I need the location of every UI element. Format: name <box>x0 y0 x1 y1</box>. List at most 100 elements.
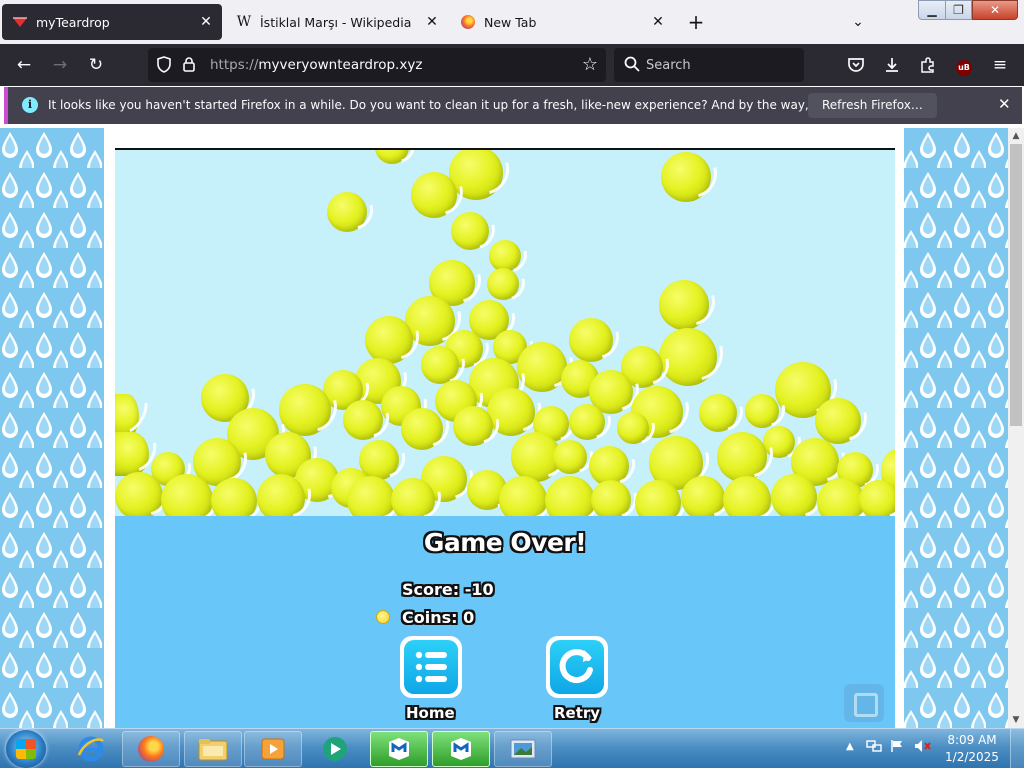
tab-label: New Tab <box>484 14 537 30</box>
system-tray: ▲ 8:09 AM 1/2/2025 <box>840 729 1024 768</box>
tab-label: myTeardrop <box>36 14 110 30</box>
lock-icon[interactable] <box>182 56 196 76</box>
start-button[interactable] <box>6 730 46 768</box>
pocket-icon[interactable] <box>842 51 870 79</box>
tennis-ball <box>661 152 711 202</box>
tab-new-tab[interactable]: New Tab ✕ <box>450 4 674 40</box>
clock-date[interactable]: 1/2/2025 <box>940 750 1004 764</box>
refresh-firefox-button[interactable]: Refresh Firefox… <box>808 93 937 118</box>
search-placeholder: Search <box>646 58 691 73</box>
close-window-button[interactable]: ✕ <box>972 0 1018 20</box>
tennis-ball <box>617 412 649 444</box>
coins-text: Coins: 0 <box>402 608 475 627</box>
tennis-ball <box>451 212 489 250</box>
tennis-ball <box>257 474 305 516</box>
tennis-ball <box>401 408 443 450</box>
tab-myteardrop[interactable]: myTeardrop ✕ <box>2 4 222 40</box>
tennis-ball <box>487 268 519 300</box>
clock-time[interactable]: 8:09 AM <box>944 733 1000 747</box>
tennis-ball <box>635 480 681 516</box>
close-tab-icon[interactable]: ✕ <box>650 14 666 30</box>
tennis-ball <box>453 406 493 446</box>
scroll-up-arrow-icon[interactable]: ▲ <box>1008 128 1024 144</box>
tennis-ball <box>859 480 895 516</box>
windows-logo-icon <box>16 739 36 759</box>
page-scrollbar[interactable]: ▲ ▼ <box>1008 128 1024 728</box>
tennis-ball <box>343 400 383 440</box>
address-bar[interactable]: https://myveryownteardrop.xyz ☆ <box>148 48 606 82</box>
info-icon: i <box>22 97 38 113</box>
tennis-ball <box>553 440 587 474</box>
close-tab-icon[interactable]: ✕ <box>198 14 214 30</box>
tennis-ball <box>817 478 865 516</box>
media-player-icon[interactable] <box>244 731 302 767</box>
retry-button[interactable] <box>546 636 608 698</box>
scroll-down-arrow-icon[interactable]: ▼ <box>1008 712 1024 728</box>
fullscreen-icon[interactable] <box>844 684 884 722</box>
photo-viewer-icon[interactable] <box>494 731 552 767</box>
ublock-origin-icon[interactable]: uB <box>950 51 978 79</box>
malwarebytes-icon[interactable] <box>432 731 490 767</box>
firefox-taskbar-icon[interactable] <box>122 731 180 767</box>
tennis-ball <box>211 478 257 516</box>
tennis-ball <box>569 318 613 362</box>
show-hidden-icons-arrow-icon[interactable]: ▲ <box>846 741 854 752</box>
wikipedia-icon: W <box>236 14 252 30</box>
game-over-panel: Game Over! Score: -10 Coins: 0 Home Retr… <box>115 516 895 728</box>
tennis-ball <box>411 172 457 218</box>
action-center-flag-icon[interactable] <box>890 739 904 757</box>
game-frame: Game Over! Score: -10 Coins: 0 Home Retr… <box>115 148 895 728</box>
tab-wikipedia[interactable]: W İstiklal Marşı - Wikipedia ✕ <box>226 4 448 40</box>
tennis-ball <box>161 474 213 516</box>
tennis-ball <box>699 394 737 432</box>
malwarebytes-icon[interactable] <box>370 731 428 767</box>
forward-arrow-icon[interactable]: → <box>46 51 74 79</box>
tab-strip: myTeardrop ✕ W İstiklal Marşı - Wikipedi… <box>0 0 1024 44</box>
coin-icon <box>376 610 390 624</box>
tennis-ball <box>659 280 709 330</box>
tab-label: İstiklal Marşı - Wikipedia <box>260 14 412 30</box>
close-tab-icon[interactable]: ✕ <box>424 14 440 30</box>
volume-muted-icon[interactable] <box>914 739 932 757</box>
back-arrow-icon[interactable]: ← <box>10 51 38 79</box>
search-icon <box>624 56 640 75</box>
tennis-ball <box>115 472 163 516</box>
tennis-ball <box>347 476 395 516</box>
tennis-ball <box>375 150 409 164</box>
notification-text: It looks like you haven't started Firefo… <box>48 98 904 112</box>
bookmark-star-icon[interactable]: ☆ <box>582 54 598 75</box>
shield-icon[interactable] <box>156 56 172 76</box>
tennis-ball <box>327 192 367 232</box>
tennis-ball <box>745 394 779 428</box>
chevron-down-icon[interactable]: ⌄ <box>846 10 870 34</box>
tennis-ball <box>723 476 771 516</box>
minimize-window-button[interactable]: ▁ <box>918 0 946 20</box>
file-explorer-icon[interactable] <box>184 731 242 767</box>
hamburger-menu-icon[interactable]: ≡ <box>986 51 1014 79</box>
show-desktop-button[interactable] <box>1010 729 1024 768</box>
tennis-ball <box>591 480 631 516</box>
refresh-firefox-notification: i It looks like you haven't started Fire… <box>4 87 1022 124</box>
navigation-toolbar: ← → ↻ https://myveryownteardrop.xyz ☆ Se… <box>0 44 1024 86</box>
scroll-thumb[interactable] <box>1010 144 1022 426</box>
page-content: Game Over! Score: -10 Coins: 0 Home Retr… <box>0 128 1008 728</box>
retry-label: Retry <box>554 704 601 722</box>
new-tab-button[interactable]: + <box>684 10 708 34</box>
extensions-puzzle-icon[interactable] <box>914 51 942 79</box>
reload-icon[interactable]: ↻ <box>82 51 110 79</box>
tennis-ball <box>499 476 547 516</box>
search-input[interactable]: Search <box>614 48 804 82</box>
close-notification-icon[interactable]: ✕ <box>998 95 1011 113</box>
tennis-ball <box>569 404 605 440</box>
teardrop-favicon-icon <box>12 14 28 30</box>
tennis-ball <box>771 474 817 516</box>
tennis-ball <box>391 478 435 516</box>
media-center-icon[interactable] <box>306 731 364 767</box>
network-icon[interactable] <box>866 739 882 757</box>
home-button[interactable] <box>400 636 462 698</box>
downloads-icon[interactable] <box>878 51 906 79</box>
tennis-ball <box>279 384 331 436</box>
game-playfield[interactable] <box>115 150 895 516</box>
internet-explorer-icon[interactable] <box>62 731 120 767</box>
maximize-window-button[interactable]: ❐ <box>946 0 972 20</box>
